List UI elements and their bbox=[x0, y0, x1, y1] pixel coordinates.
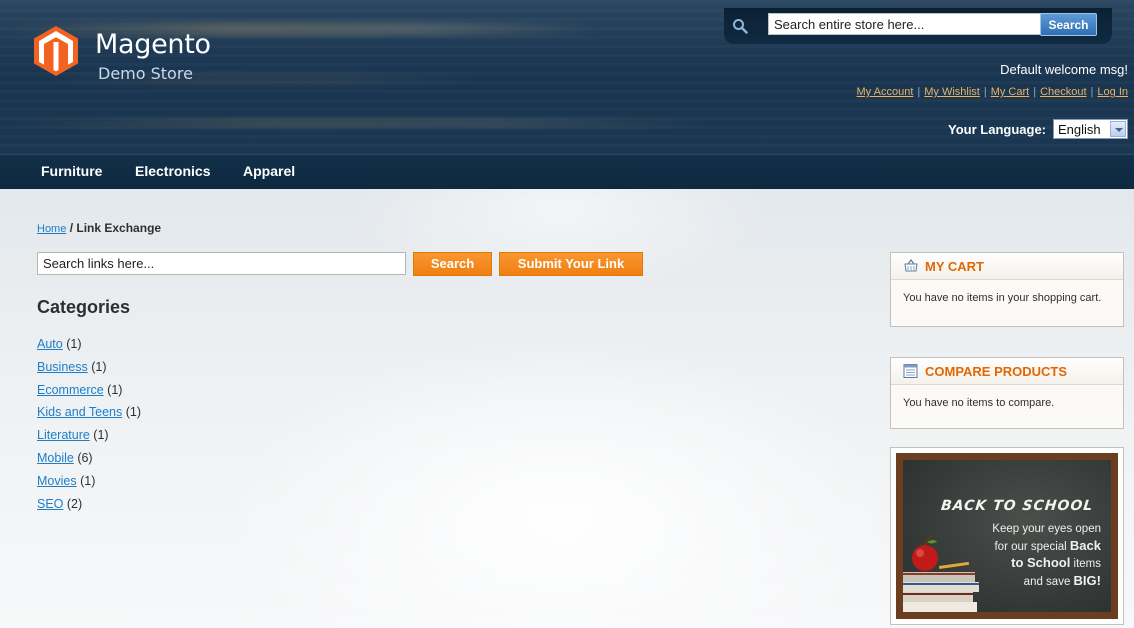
list-item: Literature (1) bbox=[37, 428, 141, 451]
my-wishlist-link[interactable]: My Wishlist bbox=[924, 86, 980, 98]
search-icon bbox=[733, 19, 748, 34]
category-link-kids-and-teens[interactable]: Kids and Teens bbox=[37, 405, 122, 419]
site-header: Magento Demo Store Search Default welcom… bbox=[0, 0, 1134, 154]
category-count: (2) bbox=[66, 496, 83, 511]
breadcrumb-home-link[interactable]: Home bbox=[37, 223, 66, 235]
promo-line: items bbox=[1070, 558, 1101, 570]
chalkboard: BACK TO SCHOOL Keep your eyes open for o… bbox=[903, 460, 1111, 612]
promo-line: Keep your eyes open bbox=[992, 523, 1101, 535]
promo-emphasis: BIG! bbox=[1073, 572, 1101, 588]
compare-products-title: COMPARE PRODUCTS bbox=[925, 364, 1068, 379]
main-navigation: Furniture Electronics Apparel bbox=[0, 154, 1134, 189]
mini-cart-message: You have no items in your shopping cart. bbox=[903, 292, 1102, 304]
compare-products-message: You have no items to compare. bbox=[903, 397, 1055, 409]
language-select[interactable]: English bbox=[1053, 119, 1128, 139]
promo-emphasis: to School bbox=[1011, 555, 1071, 570]
list-item: Movies (1) bbox=[37, 474, 141, 497]
nav-item-apparel[interactable]: Apparel bbox=[243, 163, 295, 179]
logo-name: Magento bbox=[95, 29, 211, 60]
category-count: (1) bbox=[125, 405, 142, 420]
list-item: Auto (1) bbox=[37, 337, 141, 360]
link-separator: | bbox=[1033, 86, 1037, 98]
links-search-input[interactable] bbox=[37, 252, 406, 275]
category-link-business[interactable]: Business bbox=[37, 360, 88, 374]
category-count: (1) bbox=[93, 428, 109, 443]
category-link-auto[interactable]: Auto bbox=[37, 337, 63, 351]
category-count: (1) bbox=[107, 382, 123, 397]
categories-title: Categories bbox=[37, 297, 131, 317]
category-count: (1) bbox=[91, 359, 107, 374]
language-value: English bbox=[1058, 122, 1101, 137]
my-cart-link[interactable]: My Cart bbox=[991, 86, 1030, 98]
mini-cart-block: MY CART You have no items in your shoppi… bbox=[890, 252, 1124, 327]
category-count: (1) bbox=[66, 337, 82, 351]
checkout-link[interactable]: Checkout bbox=[1040, 86, 1086, 98]
chalkboard-frame: BACK TO SCHOOL Keep your eyes open for o… bbox=[896, 453, 1118, 619]
language-switcher: Your Language: English bbox=[948, 119, 1128, 139]
category-link-mobile[interactable]: Mobile bbox=[37, 451, 74, 465]
search-input[interactable] bbox=[768, 13, 1055, 35]
list-item: Mobile (6) bbox=[37, 451, 141, 474]
breadcrumb: Home / Link Exchange bbox=[37, 221, 161, 235]
mini-cart-header: MY CART bbox=[891, 253, 1123, 280]
list-item: Kids and Teens (1) bbox=[37, 405, 141, 428]
compare-products-block: COMPARE PRODUCTS You have no items to co… bbox=[890, 357, 1124, 429]
promo-line: and save bbox=[1023, 575, 1074, 588]
list-item: SEO (2) bbox=[37, 497, 141, 520]
promo-emphasis: Back bbox=[1069, 537, 1101, 553]
header-search: Search bbox=[724, 8, 1112, 44]
link-separator: | bbox=[1090, 86, 1094, 98]
search-button[interactable]: Search bbox=[1040, 13, 1097, 36]
category-count: (6) bbox=[77, 450, 93, 465]
promo-line: for our special bbox=[994, 540, 1070, 553]
list-item: Ecommerce (1) bbox=[37, 383, 141, 406]
category-link-seo[interactable]: SEO bbox=[37, 497, 63, 511]
submit-link-button[interactable]: Submit Your Link bbox=[499, 252, 643, 276]
account-links: My Account | My Wishlist | My Cart | Checkout |… bbox=[857, 86, 1128, 98]
link-separator: | bbox=[917, 86, 921, 98]
logo-subtitle: Demo Store bbox=[98, 64, 193, 83]
compare-icon bbox=[903, 364, 918, 378]
promo-text: Keep your eyes open for our special Back… bbox=[951, 521, 1101, 590]
mini-cart-title: MY CART bbox=[925, 259, 984, 274]
language-label: Your Language: bbox=[948, 121, 1046, 137]
my-account-link[interactable]: My Account bbox=[857, 86, 914, 98]
back-to-school-banner[interactable]: BACK TO SCHOOL Keep your eyes open for o… bbox=[890, 447, 1124, 625]
main-content: Home / Link Exchange Search Submit Your … bbox=[0, 189, 1134, 628]
nav-item-furniture[interactable]: Furniture bbox=[41, 163, 102, 179]
category-link-ecommerce[interactable]: Ecommerce bbox=[37, 383, 104, 397]
compare-products-header: COMPARE PRODUCTS bbox=[891, 358, 1123, 385]
breadcrumb-current: Link Exchange bbox=[76, 221, 162, 235]
list-item: Business (1) bbox=[37, 360, 141, 383]
categories-list: Auto (1) Business (1) Ecommerce (1) Kids… bbox=[37, 337, 141, 519]
link-separator: | bbox=[983, 86, 987, 98]
nav-item-electronics[interactable]: Electronics bbox=[135, 163, 210, 179]
promo-title: BACK TO SCHOOL bbox=[940, 498, 1095, 514]
login-link[interactable]: Log In bbox=[1097, 86, 1128, 98]
links-search-button[interactable]: Search bbox=[413, 252, 492, 276]
breadcrumb-separator: / bbox=[69, 221, 74, 235]
welcome-message: Default welcome msg! bbox=[1000, 62, 1128, 77]
category-link-movies[interactable]: Movies bbox=[37, 474, 77, 488]
category-link-literature[interactable]: Literature bbox=[37, 428, 90, 442]
category-count: (1) bbox=[80, 473, 96, 488]
chevron-down-icon[interactable] bbox=[1110, 121, 1126, 137]
magento-logo-icon bbox=[34, 26, 78, 76]
store-logo[interactable]: Magento Demo Store bbox=[34, 23, 234, 85]
header-decoration bbox=[0, 118, 900, 128]
cart-icon bbox=[904, 259, 918, 272]
